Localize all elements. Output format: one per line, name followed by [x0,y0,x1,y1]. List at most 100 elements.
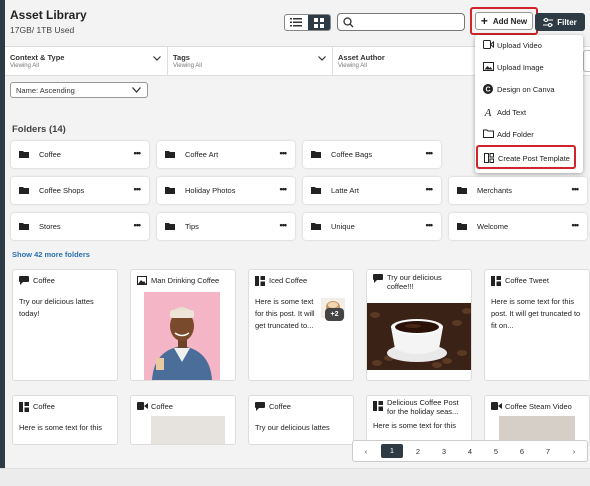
menu-item-label: Add Folder [497,130,534,139]
menu-item-create-post-template[interactable]: Create Post Template [476,145,576,169]
grid-icon [313,17,324,28]
template-icon [255,276,265,286]
folder-card[interactable]: Coffee Art ••• [157,141,295,168]
folder-icon [457,187,467,194]
folder-card[interactable]: Merchants ••• [449,177,587,204]
folder-card[interactable]: Coffee ••• [11,141,149,168]
filter-button[interactable]: Filter [535,13,585,31]
more-options-icon[interactable]: ••• [426,220,434,230]
page-button[interactable]: 6 [509,447,535,456]
list-view-button[interactable] [285,15,308,30]
page-button[interactable]: 7 [535,447,561,456]
folder-card[interactable]: Stores ••• [11,213,149,240]
more-options-icon[interactable]: ••• [134,184,142,194]
asset-title: Coffee Steam Video [505,402,572,411]
search-input[interactable] [337,13,465,31]
asset-card[interactable]: Man Drinking Coffee [130,269,236,381]
storage-usage: 17GB/ 1TB Used [10,25,75,35]
asset-card[interactable]: Coffee Here is some text for this [12,395,118,445]
filter-subtitle: Viewing All [173,63,202,69]
page-button-current[interactable]: 1 [381,444,403,458]
template-icon [491,276,501,286]
chevron-down-icon [318,56,326,61]
image-icon [137,276,147,285]
folder-card[interactable]: Unique ••• [303,213,441,240]
sliders-icon [543,17,554,27]
more-options-icon[interactable]: ••• [426,184,434,194]
asset-title: Coffee Tweet [505,276,549,285]
more-options-icon[interactable]: ••• [280,148,288,158]
folder-icon [311,223,321,230]
folder-name: Stores [39,222,61,231]
asset-text: Here is some text for this post. It will… [491,297,581,330]
menu-item-upload-image[interactable]: Upload Image [475,57,583,77]
template-icon [373,401,383,411]
asset-card[interactable]: Iced Coffee Here is some text for this p… [248,269,354,381]
folder-card[interactable]: Coffee Bags ••• [303,141,441,168]
page-button[interactable]: 2 [405,447,431,456]
asset-card[interactable]: Coffee Try our delicious lattes [248,395,354,445]
asset-card[interactable]: Coffee Tweet Here is some text for this … [484,269,590,381]
more-options-icon[interactable]: ••• [572,184,580,194]
more-items-badge: +2 [325,308,344,321]
folder-icon [19,187,29,194]
folder-icon [311,187,321,194]
asset-card[interactable]: Coffee Steam Video [484,395,590,445]
folder-name: Coffee [39,150,61,159]
asset-card[interactable]: Delicious Coffee Post for the holiday se… [366,395,472,445]
add-new-menu: Upload Video Upload Image C Design on Ca… [475,35,583,173]
tags-filter[interactable]: Tags Viewing All [168,47,333,75]
pagination: ‹ 1 2 3 4 5 6 7 › [352,440,588,462]
add-new-button[interactable]: + Add New [475,12,533,30]
add-new-label: Add New [492,16,528,26]
view-toggle [284,14,331,31]
folder-name: Unique [331,222,355,231]
svg-text:A: A [484,107,492,117]
menu-item-design-on-canva[interactable]: C Design on Canva [475,79,583,99]
asset-text: Try our delicious lattes [255,423,330,432]
folder-outline-icon [483,129,494,138]
more-options-icon[interactable]: ••• [572,220,580,230]
more-options-icon[interactable]: ••• [280,220,288,230]
show-more-folders-link[interactable]: Show 42 more folders [12,250,90,259]
next-page-button[interactable]: › [561,447,587,456]
chevron-down-icon [153,56,161,61]
more-options-icon[interactable]: ••• [426,148,434,158]
folder-icon [457,223,467,230]
asset-card[interactable]: Try our delicious coffee!!! [366,269,472,381]
context-type-filter[interactable]: Context & Type Viewing All [5,47,168,75]
folder-icon [165,223,175,230]
more-options-icon[interactable]: ••• [134,220,142,230]
folder-card[interactable]: Tips ••• [157,213,295,240]
text-icon: A [484,107,492,117]
menu-item-label: Upload Video [497,41,542,50]
menu-item-add-folder[interactable]: Add Folder [475,124,583,144]
menu-item-add-text[interactable]: A Add Text [475,102,583,122]
asset-title: Coffee [269,402,291,411]
asset-card[interactable]: Coffee [130,395,236,445]
menu-item-upload-video[interactable]: Upload Video [475,35,583,55]
page-button[interactable]: 5 [483,447,509,456]
list-icon [290,18,303,27]
folder-name: Coffee Bags [331,150,373,159]
more-options-icon[interactable]: ••• [134,148,142,158]
video-icon [491,402,502,410]
prev-page-button[interactable]: ‹ [353,447,379,456]
asset-title: Coffee [33,402,55,411]
folder-card[interactable]: Latte Art ••• [303,177,441,204]
page-button[interactable]: 4 [457,447,483,456]
page-button[interactable]: 3 [431,447,457,456]
folder-card[interactable]: Holiday Photos ••• [157,177,295,204]
filter-title: Tags [173,53,190,62]
grid-view-button[interactable] [307,15,330,30]
folder-card[interactable]: Welcome ••• [449,213,587,240]
sort-select[interactable]: Name: Ascending [10,82,148,98]
side-control[interactable] [583,50,590,72]
more-options-icon[interactable]: ••• [280,184,288,194]
folder-card[interactable]: Coffee Shops ••• [11,177,149,204]
sort-value: Name: Ascending [16,86,75,95]
folder-icon [311,151,321,158]
menu-item-label: Add Text [497,108,527,117]
asset-card[interactable]: Coffee Try our delicious lattes today! [12,269,118,381]
asset-title: Iced Coffee [269,276,308,285]
